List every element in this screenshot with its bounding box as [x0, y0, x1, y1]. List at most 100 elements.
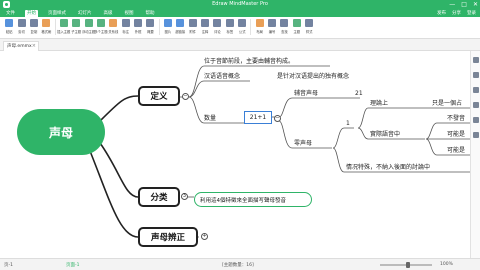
format-icon[interactable]: [472, 57, 479, 63]
floating-topic-button[interactable]: 浮动主题: [81, 19, 96, 34]
consonant-initials-count[interactable]: 21: [355, 90, 363, 97]
topic-distinction[interactable]: 声母辨正: [138, 227, 198, 247]
theme-icon: [292, 19, 301, 27]
login-button[interactable]: 登录: [467, 10, 476, 16]
actual-value-2[interactable]: 可能是: [447, 131, 465, 138]
menu-help[interactable]: 帮助: [144, 10, 157, 17]
toolbar-label: 布局: [256, 30, 263, 34]
zero-initial-count[interactable]: 1: [346, 120, 350, 127]
toolbar-label: 浮动主题: [81, 30, 96, 34]
definition-text[interactable]: 位于音節前段，主要由輔音构成。: [204, 58, 294, 65]
actual-speech-label[interactable]: 實際語音中: [370, 131, 400, 138]
special-case-text[interactable]: 情况特殊，不納入後面的討論中: [346, 164, 430, 171]
expand-toggle-distinction[interactable]: +: [201, 233, 208, 240]
attachment-button[interactable]: 附件: [186, 19, 198, 34]
status-bar: 页-1 页面-1 [主题数量：16] 100%: [0, 258, 480, 270]
collapse-toggle-count[interactable]: −: [274, 115, 281, 122]
window-title: Edraw MindMaster Pro: [212, 1, 268, 7]
clip-art-icon[interactable]: [472, 72, 479, 78]
hyperlink-icon: [176, 19, 185, 27]
callout-icon: [121, 19, 130, 27]
summary-button[interactable]: 概要: [144, 19, 156, 34]
mindmap-canvas[interactable]: 声母 定义 分类 声母辨正 − 3 + − 位于音節前段，主要由輔音构成。 汉语…: [0, 51, 470, 258]
actual-value-1[interactable]: 不發音: [447, 115, 465, 122]
toolbar-label: 公式: [238, 30, 246, 34]
tag-button[interactable]: 标签: [224, 19, 236, 34]
actual-value-3[interactable]: 可能是: [447, 147, 465, 154]
cut-button[interactable]: 剪切: [15, 19, 27, 34]
menu-home[interactable]: 开始: [25, 10, 38, 17]
maximize-icon[interactable]: □: [461, 1, 467, 8]
count-label[interactable]: 数量: [204, 115, 216, 122]
paste-icon: [5, 19, 14, 27]
publish-button[interactable]: 发布: [437, 10, 446, 16]
note-button[interactable]: 注释: [199, 19, 211, 34]
toolbar-label: 样式: [305, 30, 313, 34]
find-button[interactable]: 查找: [278, 19, 290, 34]
share-button[interactable]: 分享: [452, 10, 461, 16]
paste-button[interactable]: 粘贴: [3, 19, 15, 34]
classification-note[interactable]: 利用這4個特徵來全面描写聲母發音: [194, 192, 312, 207]
toolbar-separator: [54, 19, 56, 35]
copy-button[interactable]: 复制: [28, 19, 40, 34]
relationship-button[interactable]: 关系线: [107, 19, 119, 34]
menu-advanced[interactable]: 高级: [102, 10, 115, 17]
menu-view[interactable]: 视图: [123, 10, 136, 17]
toolbar-label: 关系线: [108, 30, 119, 34]
copy-icon: [29, 19, 38, 27]
menu-file[interactable]: 文件: [4, 10, 17, 17]
concept-description[interactable]: 是针对汉语提出的独有概念: [277, 73, 349, 80]
callout-button[interactable]: 标注: [120, 19, 132, 34]
toolbar-separator: [158, 19, 160, 35]
close-tab-icon[interactable]: ×: [32, 42, 36, 51]
right-side-panel: [470, 51, 480, 258]
theory-value[interactable]: 只是一個占: [432, 100, 462, 107]
consonant-initials-label[interactable]: 辅音声母: [294, 90, 318, 97]
insert-topic-icon: [59, 19, 68, 27]
boundary-button[interactable]: 外框: [132, 19, 144, 34]
topic-definition[interactable]: 定义: [138, 86, 180, 106]
collapse-toggle-definition[interactable]: −: [182, 93, 189, 100]
zoom-slider[interactable]: [380, 262, 432, 268]
comment-button[interactable]: 评论: [211, 19, 223, 34]
menu-slideshow[interactable]: 幻灯片: [76, 10, 94, 17]
numbering-button[interactable]: 编号: [266, 19, 278, 34]
minimize-icon[interactable]: —: [449, 1, 455, 8]
topic-classification[interactable]: 分类: [138, 187, 180, 207]
image-button[interactable]: 图片: [162, 19, 174, 34]
insert-topic-button[interactable]: 插入主题: [57, 19, 70, 34]
outline-icon[interactable]: [472, 87, 479, 93]
format-painter-button[interactable]: 格式刷: [40, 19, 52, 34]
toolbar-label: 子主题: [71, 30, 82, 34]
hyperlink-button[interactable]: 超链接: [174, 19, 186, 34]
toolbar-label: 复制: [30, 30, 38, 34]
close-icon[interactable]: ✕: [473, 1, 478, 8]
subtopic-button[interactable]: 子主题: [70, 19, 82, 34]
layout-button[interactable]: 布局: [253, 19, 265, 34]
count-value-selected[interactable]: 21+1: [244, 111, 272, 124]
zero-initial-label[interactable]: 零声母: [294, 140, 312, 147]
boundary-icon: [134, 19, 143, 27]
page-selector[interactable]: 页-1: [4, 262, 13, 268]
task-icon[interactable]: [472, 132, 479, 138]
zoom-slider-handle[interactable]: [406, 262, 410, 268]
root-topic[interactable]: 声母: [17, 109, 105, 155]
menu-page-style[interactable]: 页面样式: [46, 10, 68, 17]
document-tab[interactable]: 声母.emmx ×: [3, 41, 39, 51]
concept-label[interactable]: 汉语语音概念: [204, 73, 240, 80]
page-name-tab[interactable]: 页面-1: [66, 262, 80, 268]
formula-button[interactable]: 公式: [236, 19, 248, 34]
theory-label[interactable]: 理論上: [370, 100, 388, 107]
subtopic-icon: [72, 19, 81, 27]
toolbar-label: 图片: [164, 30, 172, 34]
branch-line-classification: [99, 142, 139, 198]
style-icon: [305, 19, 314, 27]
multiple-topics-button[interactable]: 多个主题: [94, 19, 108, 34]
history-icon[interactable]: [472, 117, 479, 123]
collapse-toggle-classification[interactable]: 3: [181, 193, 188, 200]
marker-icon[interactable]: [472, 102, 479, 108]
style-button[interactable]: 样式: [303, 19, 315, 34]
theme-button[interactable]: 主题: [291, 19, 303, 34]
floating-topic-icon: [84, 19, 93, 27]
note-icon: [201, 19, 210, 27]
